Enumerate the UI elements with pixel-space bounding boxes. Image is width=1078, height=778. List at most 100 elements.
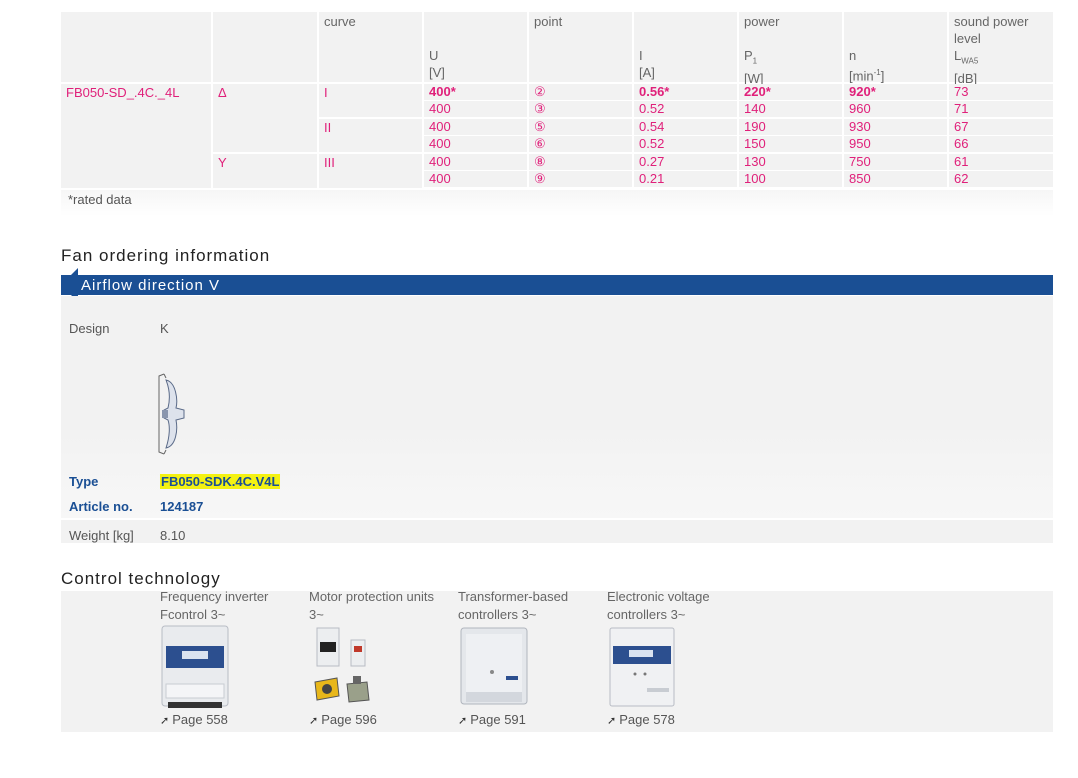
header-connection [213, 12, 317, 82]
header-curve-label: curve [324, 14, 356, 29]
model-cell: FB050-SD_.4C._4L [61, 84, 211, 188]
curve-3: III [324, 155, 335, 170]
cell-point: ⑤ [529, 119, 632, 135]
weight-panel [61, 520, 1053, 543]
control-item-transformer-controllers[interactable]: Transformer-based controllers 3~ ➚ Page 59… [458, 588, 603, 727]
cell-voltage: 400 [424, 119, 527, 135]
connection-star-cell: Y [213, 154, 317, 188]
cell-power: 190 [739, 119, 842, 135]
curve-3-cell: III [319, 154, 422, 188]
header-power: power P1 [W] [739, 12, 842, 86]
connection-star: Y [218, 155, 227, 170]
page-link-591[interactable]: ➚ Page 591 [458, 712, 526, 727]
curve-2: II [324, 120, 332, 135]
cell-point: ⑥ [529, 136, 632, 152]
curve-1: I [324, 85, 328, 100]
cell-current: 0.27 [634, 154, 737, 170]
control-item-name: Transformer-based controllers 3~ [458, 589, 569, 622]
rated-data-footnote: *rated data [68, 192, 132, 207]
design-label: Design [69, 321, 110, 336]
cell-sound: 66 [949, 136, 1053, 152]
curve-1-cell: I [319, 84, 422, 117]
cell-sound: 67 [949, 119, 1053, 135]
control-title: Control technology [61, 569, 221, 588]
cell-power: 150 [739, 136, 842, 152]
weight-value: 8.10 [160, 528, 186, 543]
fan-design-drawing [158, 373, 185, 455]
arrow-up-right-icon: ➚ [309, 715, 319, 727]
cell-current: 0.56* [634, 84, 737, 100]
header-point: point [529, 12, 632, 82]
cell-sound: 71 [949, 101, 1053, 117]
cell-point: ⑧ [529, 154, 632, 170]
control-item-electronic-controllers[interactable]: Electronic voltage controllers 3~ ➚ Page 5… [607, 588, 752, 727]
connection-delta-cell: Δ [213, 84, 317, 152]
arrow-up-right-icon: ➚ [458, 715, 468, 727]
cell-current: 0.52 [634, 136, 737, 152]
header-power-label: power [744, 14, 780, 29]
cell-power: 100 [739, 171, 842, 187]
cell-current: 0.21 [634, 171, 737, 187]
header-speed-unit: n [min-1] [849, 48, 885, 84]
cell-point: ⑨ [529, 171, 632, 187]
motor-protection-image [314, 627, 370, 703]
page-link-596[interactable]: ➚ Page 596 [309, 712, 377, 727]
cell-power: 220* [739, 84, 842, 100]
control-item-name: Motor protection units 3~ [309, 589, 435, 622]
arrow-up-right-icon: ➚ [160, 715, 170, 727]
header-power-unit: P1 [W] [744, 48, 764, 86]
header-curve: curve [319, 12, 422, 82]
cell-voltage: 400 [424, 136, 527, 152]
cell-sound: 62 [949, 171, 1053, 187]
cell-voltage: 400 [424, 154, 527, 170]
cell-speed: 920* [844, 84, 947, 100]
header-sound-unit: LWA5 [dB] [954, 48, 979, 86]
electronic-controller-image [609, 627, 675, 707]
cell-power: 140 [739, 101, 842, 117]
cell-speed: 930 [844, 119, 947, 135]
page-link-578[interactable]: ➚ Page 578 [607, 712, 675, 727]
article-label: Article no. [69, 499, 133, 514]
type-value-highlight: FB050-SDK.4C.V4L [160, 474, 281, 489]
header-sound: sound power level LWA5 [dB] [949, 12, 1053, 86]
header-point-label: point [534, 14, 563, 29]
transformer-controller-image [460, 627, 528, 705]
ordering-title: Fan ordering information [61, 246, 271, 265]
cell-speed: 950 [844, 136, 947, 152]
cell-speed: 850 [844, 171, 947, 187]
cell-current: 0.52 [634, 101, 737, 117]
header-speed: n [min-1] [844, 12, 947, 84]
connection-delta: Δ [218, 85, 227, 100]
cell-sound: 73 [949, 84, 1053, 100]
control-item-name: Electronic voltage controllers 3~ [607, 589, 710, 622]
control-item-frequency-inverter[interactable]: Frequency inverter Fcontrol 3~ ➚ Page 558 [160, 588, 305, 727]
header-voltage: U [V] [424, 12, 527, 82]
header-model [61, 12, 211, 82]
page-link-558[interactable]: ➚ Page 558 [160, 712, 228, 727]
control-item-name: Frequency inverter Fcontrol 3~ [160, 589, 269, 622]
weight-label: Weight [kg] [69, 528, 134, 543]
control-item-motor-protection[interactable]: Motor protection units 3~ ➚ Page 596 [309, 588, 454, 727]
frequency-inverter-image [161, 625, 229, 708]
header-voltage-label: U [V] [429, 48, 445, 80]
design-value: K [160, 321, 169, 336]
cell-current: 0.54 [634, 119, 737, 135]
header-sound-label: sound power level [954, 14, 1029, 46]
cell-power: 130 [739, 154, 842, 170]
curve-2-cell: II [319, 119, 422, 152]
cell-point: ② [529, 84, 632, 100]
airflow-label: Airflow direction V [81, 277, 221, 294]
article-value: 124187 [160, 499, 204, 514]
cell-speed: 960 [844, 101, 947, 117]
cell-sound: 61 [949, 154, 1053, 170]
model-name: FB050-SD_.4C._4L [66, 85, 180, 100]
arrow-up-right-icon: ➚ [607, 715, 617, 727]
cell-voltage: 400 [424, 171, 527, 187]
type-label: Type [69, 474, 99, 489]
type-value: FB050-SDK.4C.V4L [160, 474, 281, 489]
header-current-label: I [A] [639, 48, 655, 80]
cell-point: ③ [529, 101, 632, 117]
cell-speed: 750 [844, 154, 947, 170]
cell-voltage: 400 [424, 101, 527, 117]
header-current: I [A] [634, 12, 737, 82]
